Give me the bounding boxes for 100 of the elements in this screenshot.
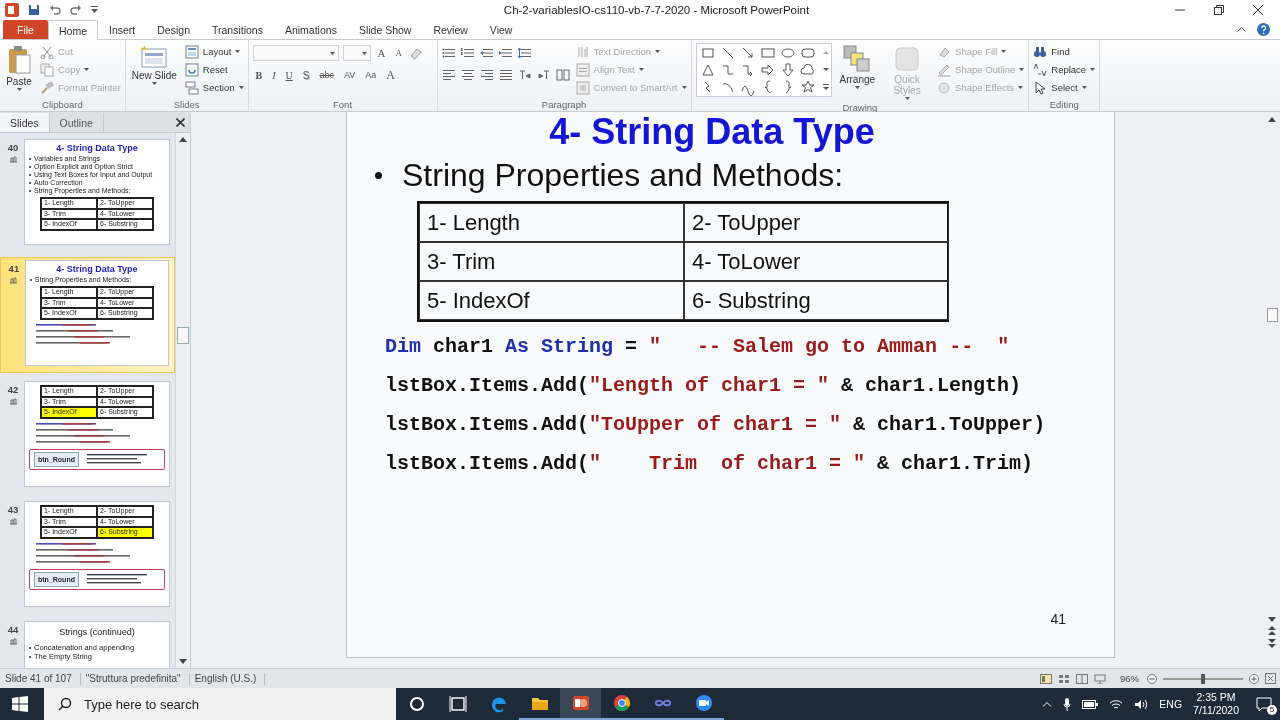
language-indicator[interactable]: ENG [1159, 698, 1183, 710]
pane-tab[interactable]: Slides [0, 113, 50, 132]
scroll-down-icon[interactable] [1268, 617, 1276, 622]
ribbon-tab[interactable]: Review [422, 20, 479, 39]
collapse-ribbon-icon[interactable] [1237, 26, 1246, 32]
reading-view-icon[interactable] [1076, 673, 1088, 684]
redo-icon[interactable] [70, 3, 82, 16]
group-label: Slides [173, 98, 200, 110]
microphone-icon[interactable] [1063, 697, 1072, 711]
group-label: Editing [1049, 98, 1079, 110]
cursor-icon [1033, 80, 1048, 95]
fit-slide-icon[interactable] [1265, 673, 1276, 684]
zoom-level[interactable]: 96% [1120, 673, 1139, 684]
format-button[interactable]: AV [341, 67, 359, 83]
slider-thumb[interactable] [1201, 673, 1205, 684]
battery-icon[interactable] [1082, 699, 1099, 709]
table-cell: 3- Trim [419, 242, 684, 281]
zoom-in-icon[interactable] [1249, 673, 1259, 684]
section-icon [184, 80, 199, 95]
pane-tab[interactable]: Outline [49, 113, 104, 132]
bullets-icon[interactable] [441, 47, 456, 60]
ribbon-button[interactable]: Replace [1033, 62, 1096, 77]
presentation-app-icon [570, 693, 591, 713]
ribbon-tab[interactable]: Design [146, 20, 201, 39]
notification-icon[interactable] [1256, 697, 1272, 711]
scroll-down-icon[interactable] [179, 659, 187, 664]
normal-view-icon[interactable] [1040, 673, 1052, 684]
close-icon[interactable] [176, 118, 185, 127]
clock-time[interactable]: 2:35 PM [1196, 691, 1236, 704]
browser-icon [611, 693, 632, 713]
format-button[interactable]: abc [316, 67, 337, 83]
slide-number: 44 [7, 624, 19, 635]
zoom-out-icon[interactable] [1147, 673, 1157, 684]
slide-title: 4- String Data Type [56, 264, 138, 274]
align-center-icon[interactable] [460, 68, 475, 81]
align-right-icon[interactable] [479, 68, 494, 81]
start-icon[interactable] [12, 696, 28, 712]
reset-icon [184, 62, 199, 77]
columns-icon[interactable] [555, 68, 570, 81]
app-logo-icon[interactable] [5, 2, 19, 17]
replace-icon [1033, 62, 1048, 77]
ribbon-button[interactable]: Arrange [837, 43, 878, 102]
font-size-button[interactable]: A [374, 45, 389, 61]
next-slide-icon[interactable] [1268, 639, 1276, 648]
format-button[interactable]: B [252, 67, 266, 83]
ribbon-button[interactable]: Find [1033, 44, 1096, 59]
format-button[interactable]: A [383, 67, 398, 83]
ribbon-button[interactable]: Select [1033, 80, 1096, 95]
paintbrush-icon [40, 80, 54, 95]
font-size-button[interactable]: A [392, 45, 405, 61]
close-icon[interactable] [1253, 4, 1263, 15]
undo-icon[interactable] [49, 3, 61, 16]
paste-button[interactable]: Paste [4, 43, 34, 97]
ribbon-button[interactable]: Section [184, 80, 244, 95]
speaker-icon[interactable] [1134, 698, 1149, 710]
save-icon[interactable] [28, 3, 40, 16]
code-line: lstBox.Items.Add("Length of char1 = " & char1.Length) [385, 373, 1023, 399]
ribbon-button[interactable]: Reset [184, 62, 244, 77]
scroll-thumb[interactable] [1266, 308, 1278, 322]
text-direction-ltr-icon[interactable] [517, 68, 532, 81]
justify-icon[interactable] [498, 68, 513, 81]
previous-slide-icon[interactable] [1268, 626, 1276, 635]
numbering-icon[interactable] [460, 47, 475, 60]
search-field[interactable]: Type here to search [44, 688, 396, 720]
format-button[interactable]: I [269, 67, 279, 83]
format-button[interactable]: U [282, 67, 296, 83]
format-button[interactable]: S [299, 67, 313, 83]
help-icon[interactable] [1257, 22, 1270, 36]
new-slide-button[interactable]: New Slide [129, 43, 179, 97]
chevron-up-icon[interactable] [1042, 701, 1053, 707]
table-cell: 4- ToLower [684, 242, 949, 281]
scroll-thumb[interactable] [177, 327, 189, 344]
line-spacing-icon[interactable] [517, 47, 532, 60]
align-left-icon[interactable] [441, 68, 456, 81]
ribbon-tab[interactable]: Animations [273, 20, 348, 39]
file-tab[interactable]: File [3, 20, 48, 39]
arrange-icon [843, 45, 872, 73]
ribbon-tab[interactable]: Insert [98, 20, 147, 39]
ribbon-tab[interactable]: Slide Show [347, 20, 423, 39]
ribbon-tab[interactable]: Transitions [200, 20, 274, 39]
scroll-up-icon[interactable] [179, 137, 187, 142]
wifi-icon[interactable] [1109, 698, 1124, 710]
format-button[interactable]: Aa [362, 67, 380, 83]
taskbar-app[interactable] [560, 688, 601, 720]
increase-indent-icon[interactable] [498, 47, 513, 60]
customize-caret-icon[interactable] [91, 5, 98, 14]
scroll-up-icon[interactable] [1268, 117, 1276, 122]
clock-date[interactable]: 7/11/2020 [1193, 704, 1239, 717]
scrollbar[interactable] [175, 133, 190, 668]
ribbon-tab[interactable]: View [478, 20, 524, 39]
slide-sorter-icon[interactable] [1058, 673, 1070, 684]
ribbon-tab[interactable]: Home [48, 20, 98, 40]
text-direction-rtl-icon[interactable] [536, 68, 551, 81]
restore-icon[interactable] [1214, 4, 1224, 15]
slide-thumbnail[interactable] [24, 139, 170, 245]
ribbon-button[interactable]: Layout [184, 44, 244, 59]
search-icon [58, 697, 72, 711]
slide-title: Strings (continued) [59, 627, 135, 637]
table-cell: 5- IndexOf [419, 281, 684, 320]
decrease-indent-icon[interactable] [479, 47, 494, 60]
